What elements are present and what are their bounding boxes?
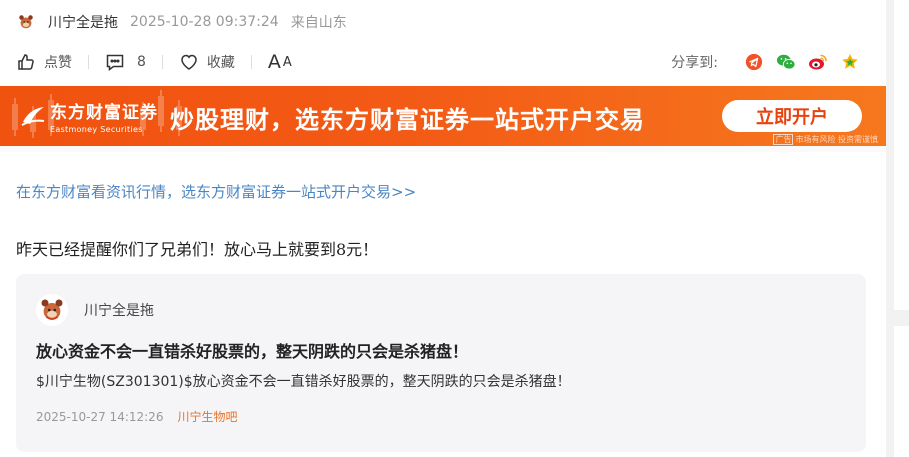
share-wechat-button[interactable] xyxy=(776,52,796,72)
comment-button[interactable]: 8 xyxy=(105,52,146,72)
divider xyxy=(88,55,89,69)
heart-icon xyxy=(181,54,197,70)
right-sidebar-edge xyxy=(886,0,909,457)
star-icon xyxy=(842,54,858,69)
ad-note: 市场有风险 投资需谨慎 xyxy=(795,135,878,144)
share-weibo-button[interactable] xyxy=(808,52,828,72)
promo-link[interactable]: 在东方财富看资讯行情，选东方财富证券一站式开户交易>> xyxy=(16,181,416,202)
avatar[interactable] xyxy=(16,12,36,32)
quoted-author-row: 川宁全是拖 xyxy=(36,294,154,326)
author-name[interactable]: 川宁全是拖 xyxy=(48,12,118,32)
page: 川宁全是拖 2025-10-28 09:37:24 来自山东 点赞 8 收藏 A… xyxy=(0,0,909,457)
quoted-post-card[interactable]: 川宁全是拖 放心资金不会一直错杀好股票的，整天阴跌的只会是杀猪盘！ $川宁生物(… xyxy=(16,274,866,452)
stock-bar-link[interactable]: 川宁生物吧 xyxy=(177,408,237,425)
avatar[interactable] xyxy=(36,294,68,326)
quoted-post-body: $川宁生物(SZ301301)$放心资金不会一直错杀好股票的，整天阴跌的只会是杀… xyxy=(36,374,571,390)
ad-banner[interactable]: 东方财富证券 Eastmoney Securities 炒股理财，选东方财富证券… xyxy=(0,86,886,146)
post-location: 来自山东 xyxy=(290,15,347,31)
comment-icon xyxy=(106,54,124,71)
share-bar: 分享到: xyxy=(671,48,860,76)
sidebar-card xyxy=(894,326,909,457)
like-label: 点赞 xyxy=(44,55,72,71)
open-account-button[interactable]: 立即开户 xyxy=(722,100,862,132)
comment-count: 8 xyxy=(137,54,146,70)
quoted-post-title[interactable]: 放心资金不会一直错杀好股票的，整天阴跌的只会是杀猪盘！ xyxy=(36,338,468,362)
thumbs-up-icon xyxy=(18,54,34,70)
font-size-large: A xyxy=(267,51,281,73)
share-telegram-button[interactable] xyxy=(744,52,764,72)
divider xyxy=(161,55,163,69)
quoted-post-time: 2025-10-27 14:12:26 xyxy=(36,409,164,424)
eastmoney-logo-icon xyxy=(21,107,45,126)
brand-logo: 东方财富证券 Eastmoney Securities xyxy=(20,98,158,134)
post-actions: 点赞 8 收藏 A A xyxy=(16,48,292,76)
favorite-label: 收藏 xyxy=(206,55,235,71)
wechat-icon xyxy=(776,54,796,70)
share-label: 分享到: xyxy=(671,55,718,71)
like-button[interactable]: 点赞 xyxy=(16,52,72,72)
share-favorite-button[interactable] xyxy=(840,52,860,72)
font-size-toggle[interactable]: A A xyxy=(268,51,292,73)
telegram-icon xyxy=(745,53,763,71)
divider xyxy=(250,55,252,69)
brand-name-en: Eastmoney Securities xyxy=(50,125,143,134)
font-size-small: A xyxy=(282,54,292,70)
post-author-row: 川宁全是拖 2025-10-28 09:37:24 来自山东 xyxy=(16,10,347,34)
sidebar-card xyxy=(894,0,909,310)
banner-slogan: 炒股理财，选东方财富证券一站式开户交易 xyxy=(170,106,645,134)
post-time: 2025-10-28 09:37:24 xyxy=(130,14,279,30)
post-detail: 川宁全是拖 2025-10-28 09:37:24 来自山东 点赞 8 收藏 A… xyxy=(0,0,886,457)
quoted-post-meta: 2025-10-27 14:12:26 川宁生物吧 xyxy=(36,408,237,425)
section-divider xyxy=(0,146,886,152)
ad-tag: 广告 xyxy=(773,134,794,145)
weibo-icon xyxy=(809,54,827,70)
favorite-button[interactable]: 收藏 xyxy=(179,52,235,72)
post-content: 昨天已经提醒你们了兄弟们！放心马上就要到8元！ xyxy=(16,240,379,259)
brand-name-cn: 东方财富证券 xyxy=(50,103,158,123)
ad-disclaimer: 广告 市场有风险 投资需谨慎 xyxy=(773,134,878,145)
quoted-author-name[interactable]: 川宁全是拖 xyxy=(84,300,154,320)
